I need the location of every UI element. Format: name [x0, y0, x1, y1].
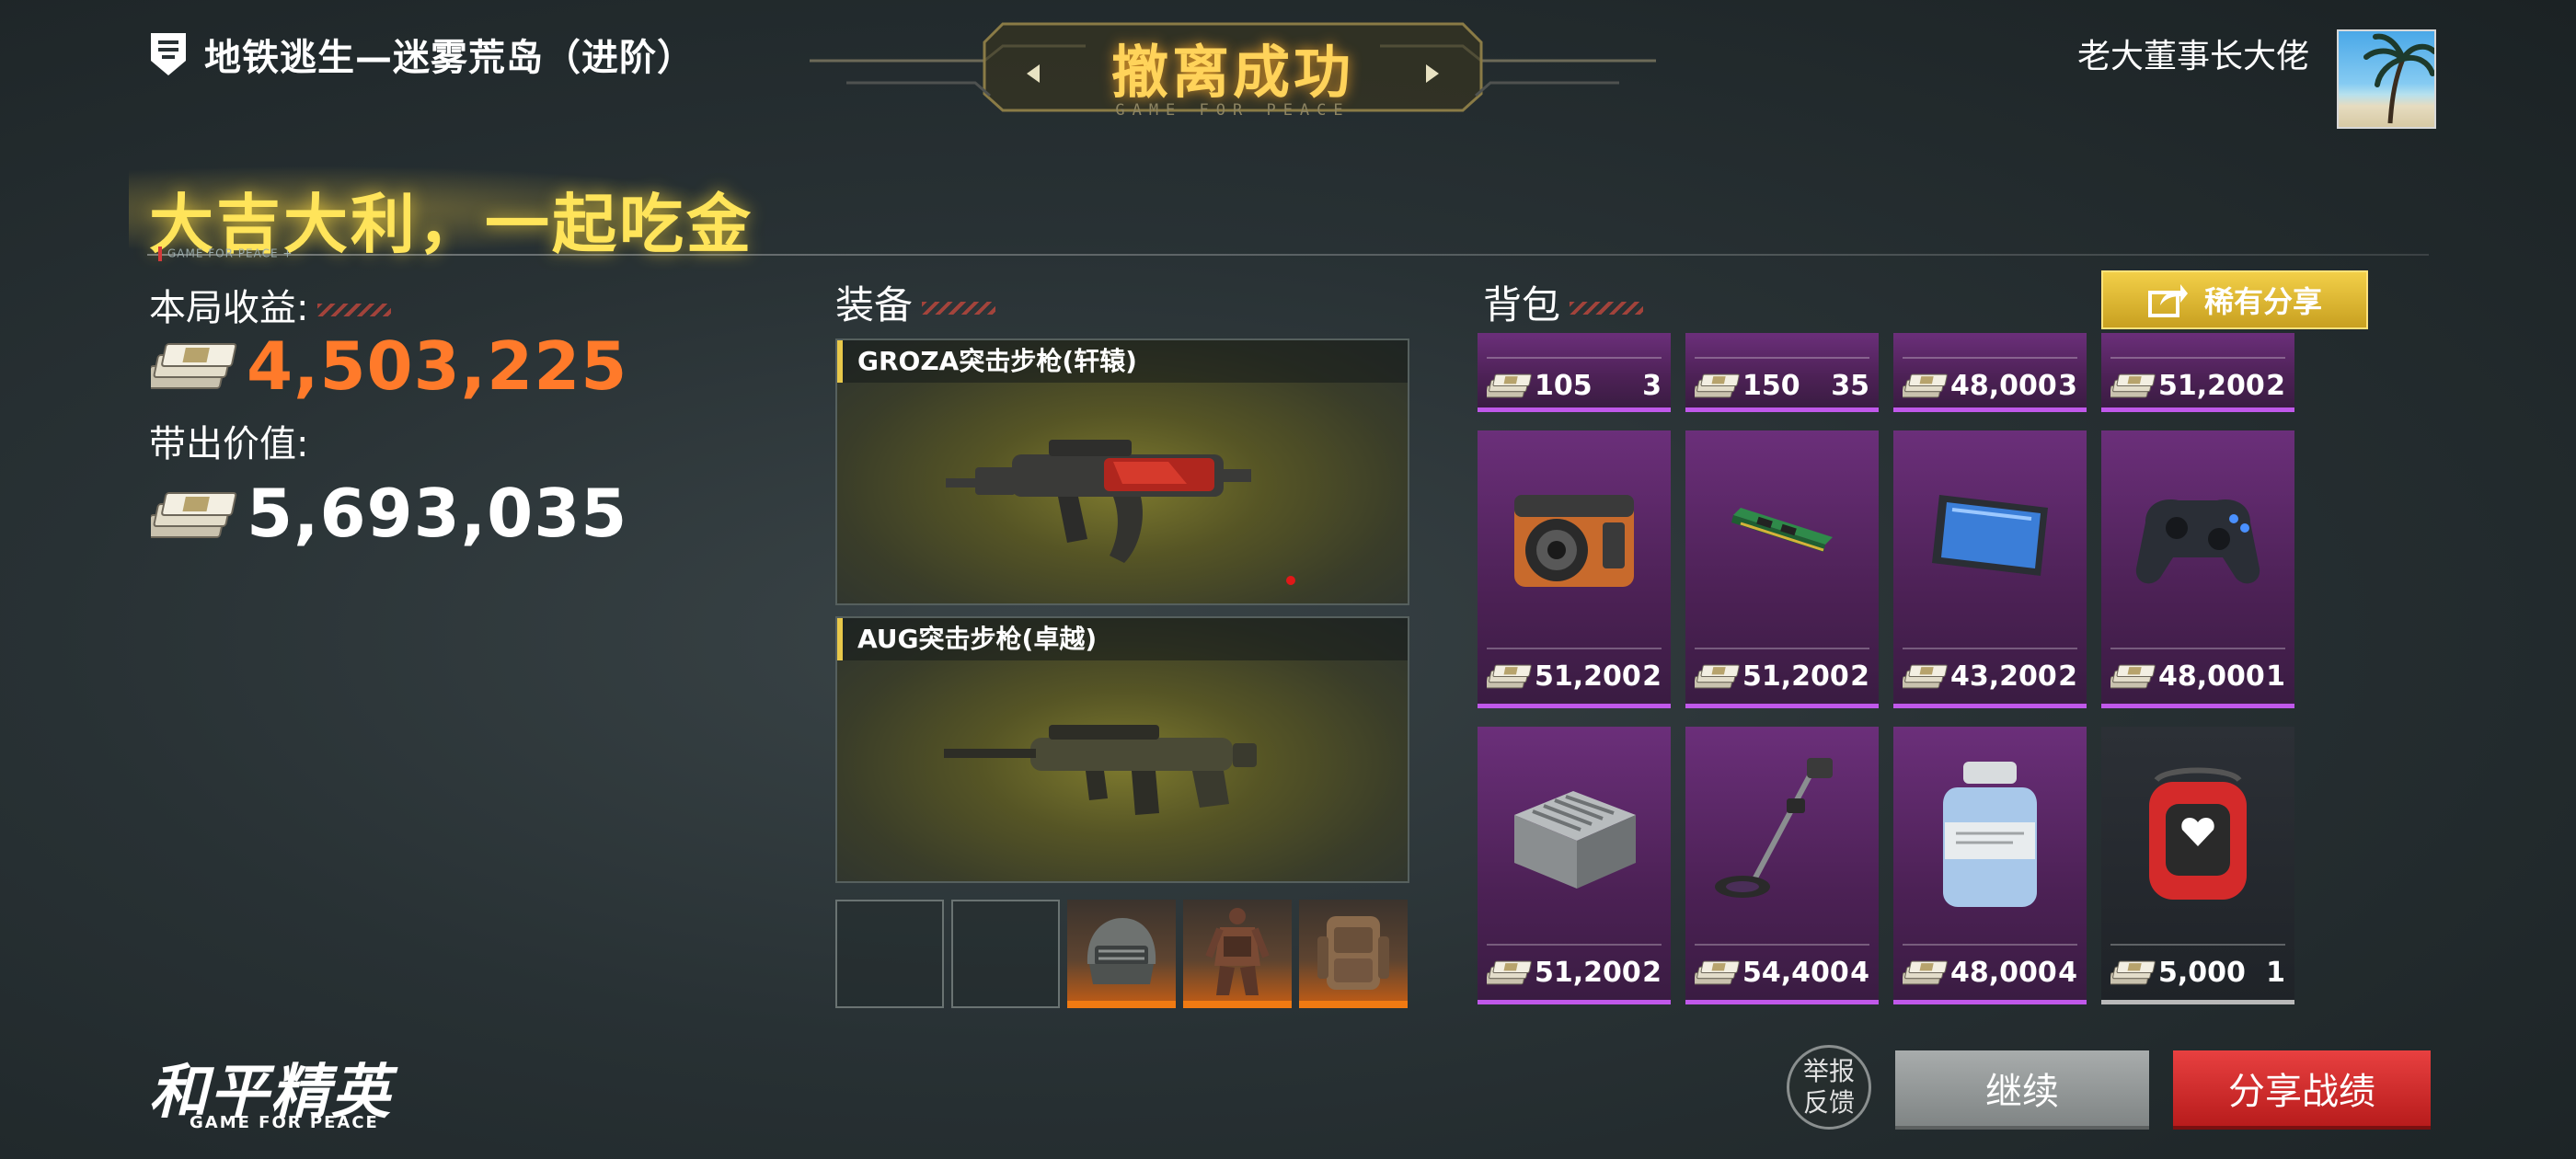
- player-name: 老大董事长大佬: [2076, 38, 2309, 75]
- gear-slot-empty[interactable]: [835, 900, 944, 1008]
- feedback-line: 反馈: [1802, 1087, 1855, 1118]
- item-price: 54,400: [1742, 957, 1849, 989]
- banner-title: 撤离成功: [1110, 39, 1354, 106]
- backpack-title: 背包: [1483, 274, 1644, 330]
- share-icon: [2147, 284, 2188, 317]
- item-price: 48,000: [2158, 660, 2265, 693]
- rare-share-button[interactable]: 稀有分享: [2101, 270, 2368, 329]
- earnings-label: 本局收益:: [149, 278, 392, 331]
- item-quantity: 2: [1642, 957, 1662, 989]
- item-price: 48,000: [1950, 957, 2057, 989]
- share-battle-button[interactable]: 分享战绩: [2173, 1050, 2431, 1130]
- report-feedback-button[interactable]: 举报 反馈: [1787, 1045, 1871, 1130]
- item-price: 43,200: [1950, 660, 2057, 693]
- coin-icon: [1903, 958, 1949, 988]
- circuit-box-icon: [1514, 791, 1636, 889]
- backpack-item[interactable]: 54,400 4: [1685, 727, 1879, 1004]
- item-quantity: 2: [1850, 660, 1869, 693]
- mode-shield-icon: [151, 33, 186, 75]
- backpack-item[interactable]: 105 3: [1478, 333, 1671, 412]
- tablet-icon: [1932, 495, 2048, 576]
- aug-rifle-icon: [944, 725, 1257, 815]
- item-quantity: 35: [1831, 370, 1869, 402]
- item-price: 48,000: [1950, 370, 2057, 402]
- earnings-value: 4,503,225: [247, 327, 628, 405]
- weapon-card-secondary[interactable]: AUG突击步枪(卓越): [835, 616, 1409, 883]
- backpack-item[interactable]: 51,200 2: [1478, 727, 1671, 1004]
- item-quantity: 2: [2058, 660, 2077, 693]
- continue-button[interactable]: 继续: [1895, 1050, 2149, 1130]
- item-price: 51,200: [1535, 660, 1641, 693]
- gear-slot-backpack[interactable]: [1299, 900, 1408, 1008]
- backpack-item[interactable]: 48,000 4: [1893, 727, 2087, 1004]
- item-quantity: 2: [2266, 370, 2285, 402]
- backpack-item[interactable]: 48,000 1: [2101, 430, 2294, 708]
- new-indicator-dot: [1286, 576, 1295, 585]
- aed-icon: [2149, 767, 2247, 900]
- banner-subtitle: GAME FOR PEACE: [1115, 101, 1351, 120]
- weapon-card-primary[interactable]: GROZA突击步枪(轩辕): [835, 339, 1409, 605]
- divider-mark: GAME FOR PEACE +: [158, 247, 293, 261]
- helmet-icon: [1087, 918, 1156, 984]
- coin-icon: [2110, 662, 2156, 692]
- report-line: 举报: [1802, 1056, 1855, 1086]
- item-quantity: 3: [1642, 370, 1662, 402]
- groza-rifle-icon: [946, 440, 1251, 563]
- carry-value: 5,693,035: [247, 475, 628, 552]
- coin-icon: [1695, 662, 1741, 692]
- backpack-item[interactable]: 51,200 2: [2101, 333, 2294, 412]
- backpack-item[interactable]: 5,000 1: [2101, 727, 2294, 1004]
- pill-bottle-icon: [1943, 762, 2037, 907]
- item-quantity: 4: [2058, 957, 2077, 989]
- backpack-item[interactable]: 48,000 3: [1893, 333, 2087, 412]
- coin-icon: [1487, 958, 1533, 988]
- carry-value-label: 带出价值:: [149, 423, 309, 465]
- backpack-item[interactable]: 43,200 2: [1893, 430, 2087, 708]
- header-divider: [147, 254, 2429, 256]
- weapon-name: GROZA突击步枪(轩辕): [837, 340, 1408, 383]
- backpack-item[interactable]: 150 35: [1685, 333, 1879, 412]
- coin-icon: [1695, 372, 1741, 401]
- metal-detector-icon: [1715, 758, 1833, 898]
- item-quantity: 4: [1850, 957, 1869, 989]
- backpack-icon: [1317, 916, 1389, 990]
- item-price: 51,200: [2158, 370, 2265, 402]
- item-price: 51,200: [1742, 660, 1849, 693]
- ram-stick-icon: [1731, 508, 1833, 552]
- coin-icon: [1903, 372, 1949, 401]
- item-price: 105: [1535, 370, 1593, 402]
- camera-icon: [1514, 495, 1634, 587]
- player-avatar[interactable]: [2337, 29, 2436, 129]
- item-quantity: 3: [2058, 370, 2077, 402]
- coin-icon: [1903, 662, 1949, 692]
- coin-icon: [1695, 958, 1741, 988]
- coin-icon: [2110, 958, 2156, 988]
- armor-vest-icon: [1205, 908, 1270, 995]
- gear-slot-helmet[interactable]: [1067, 900, 1176, 1008]
- gear-slot-empty[interactable]: [951, 900, 1060, 1008]
- item-quantity: 2: [1642, 660, 1662, 693]
- coin-icon: [1487, 662, 1533, 692]
- coin-icon: [1487, 372, 1533, 401]
- equipment-title: 装备: [835, 274, 996, 330]
- backpack-item[interactable]: 51,200 2: [1685, 430, 1879, 708]
- gamepad-icon: [2135, 499, 2260, 584]
- palm-tree-icon: [2363, 33, 2434, 124]
- backpack-item[interactable]: 51,200 2: [1478, 430, 1671, 708]
- item-price: 5,000: [2158, 957, 2246, 989]
- coin-stack-icon: [151, 339, 237, 396]
- item-price: 150: [1742, 370, 1800, 402]
- item-quantity: 1: [2266, 957, 2285, 989]
- weapon-name: AUG突击步枪(卓越): [837, 618, 1408, 660]
- coin-stack-icon: [151, 488, 237, 545]
- item-price: 51,200: [1535, 957, 1641, 989]
- coin-icon: [2110, 372, 2156, 401]
- mode-title: 地铁逃生—迷雾荒岛（进阶）: [204, 37, 695, 79]
- item-quantity: 1: [2266, 660, 2285, 693]
- gear-slot-armor[interactable]: [1183, 900, 1292, 1008]
- game-logo-subtitle: GAME FOR PEACE: [190, 1113, 379, 1132]
